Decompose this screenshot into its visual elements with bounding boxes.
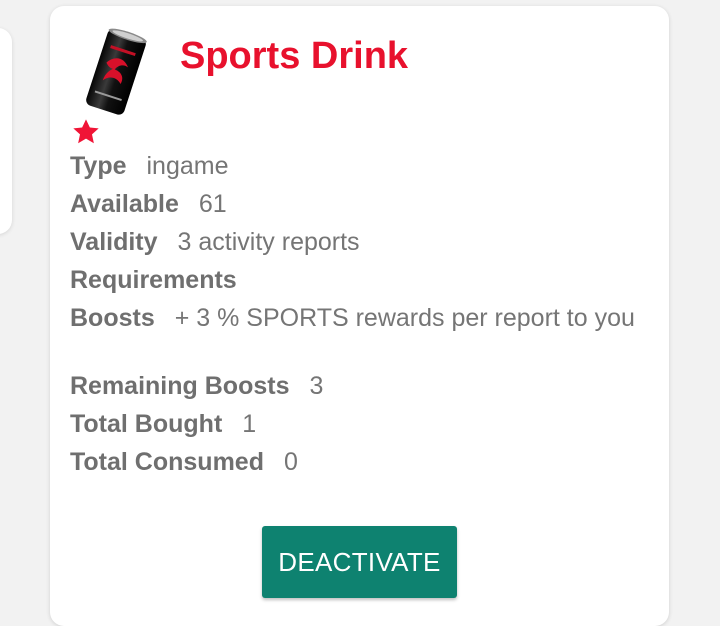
total-bought-label: Total Bought [70, 410, 223, 438]
boosts-label: Boosts [70, 304, 155, 332]
type-label: Type [70, 152, 127, 180]
item-card: Sports Drink Type ingame Available 61 Va… [50, 6, 669, 626]
detail-row-requirements: Requirements [70, 264, 650, 296]
remaining-boosts-label: Remaining Boosts [70, 372, 290, 400]
energy-drink-can-icon [86, 28, 147, 115]
validity-value: 3 activity reports [177, 228, 360, 256]
validity-label: Validity [70, 228, 158, 256]
star-icon[interactable] [70, 116, 102, 148]
detail-row-available: Available 61 [70, 188, 650, 220]
detail-row-type: Type ingame [70, 150, 650, 182]
remaining-boosts-value: 3 [309, 372, 324, 400]
deactivate-button[interactable]: DEACTIVATE [262, 526, 457, 598]
item-title: Sports Drink [180, 35, 409, 77]
detail-row-remaining-boosts: Remaining Boosts 3 [70, 370, 650, 402]
detail-row-validity: Validity 3 activity reports [70, 226, 650, 258]
total-consumed-label: Total Consumed [70, 448, 264, 476]
total-consumed-value: 0 [283, 448, 298, 476]
total-bought-value: 1 [242, 410, 257, 438]
item-details: Type ingame Available 61 Validity 3 acti… [70, 150, 650, 484]
previous-card-edge[interactable] [0, 28, 12, 234]
requirements-value [257, 264, 650, 296]
detail-row-total-bought: Total Bought 1 [70, 408, 650, 440]
available-value: 61 [198, 190, 227, 218]
type-value: ingame [146, 152, 229, 180]
detail-row-boosts: Boosts + 3 % SPORTS rewards per report t… [70, 302, 650, 334]
detail-row-total-consumed: Total Consumed 0 [70, 446, 650, 478]
requirements-label: Requirements [70, 266, 237, 294]
boosts-value: + 3 % SPORTS rewards per report to you [174, 304, 635, 332]
available-label: Available [70, 190, 179, 218]
